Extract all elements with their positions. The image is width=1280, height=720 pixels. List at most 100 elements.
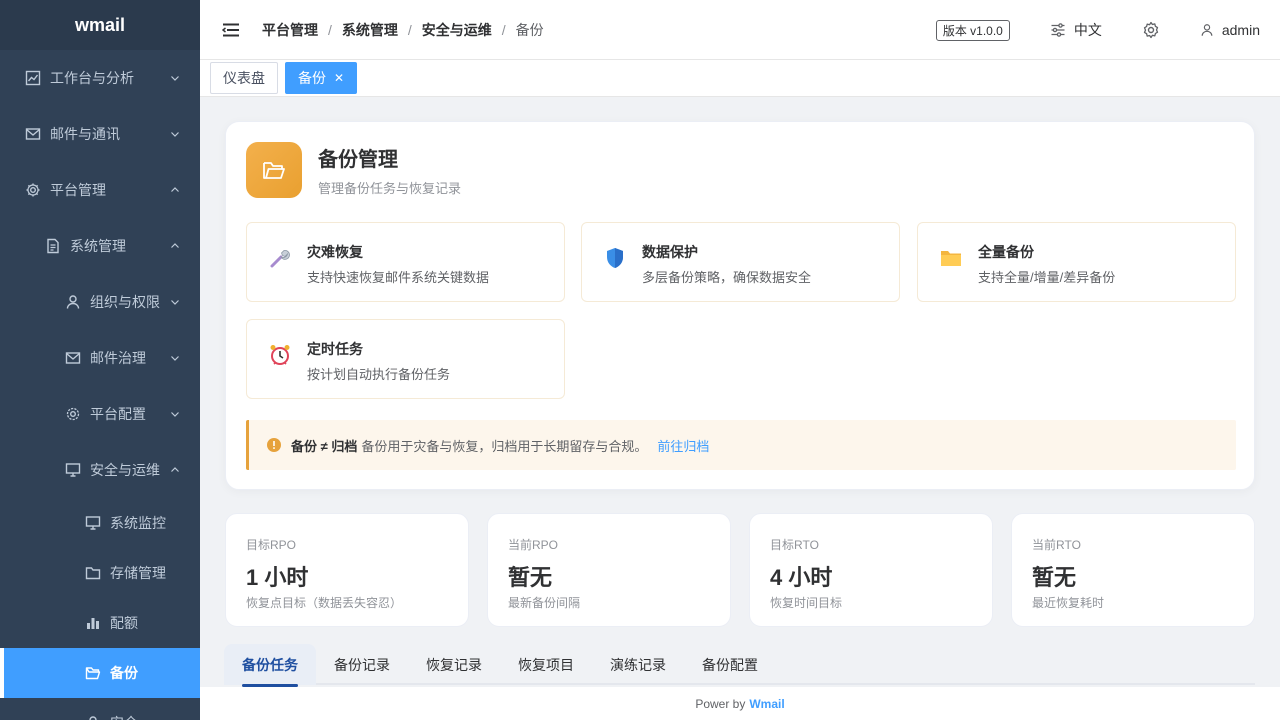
sidebar-item-platform-config[interactable]: 平台配置 xyxy=(0,386,200,442)
stat-label: 目标RPO xyxy=(246,538,297,552)
sidebar-item-dashboard-analytics[interactable]: 工作台与分析 xyxy=(0,50,200,106)
sidebar-item-mail-communication[interactable]: 邮件与通讯 xyxy=(0,106,200,162)
tab-drill-records[interactable]: 演练记录 xyxy=(592,644,684,685)
folder-icon xyxy=(84,564,102,582)
footer-prefix: Power by xyxy=(695,696,746,711)
chevron-up-icon xyxy=(170,185,180,195)
breadcrumb-current: 备份 xyxy=(515,21,544,38)
sidebar-item-org-permissions[interactable]: 组织与权限 xyxy=(0,274,200,330)
monitor-icon xyxy=(64,461,82,479)
breadcrumb-separator: / xyxy=(407,21,412,38)
tag-label: 仪表盘 xyxy=(223,70,265,86)
stat-desc: 最新备份间隔 xyxy=(508,596,581,610)
sidebar-item-label: 平台管理 xyxy=(50,182,106,198)
footer-brand[interactable]: Wmail xyxy=(749,697,784,711)
feature-desc: 按计划自动执行备份任务 xyxy=(307,367,451,382)
sidebar-item-label: 系统监控 xyxy=(110,515,166,531)
shield-icon xyxy=(602,245,628,271)
page-subtitle: 管理备份任务与恢复记录 xyxy=(318,181,462,196)
stat-desc: 最近恢复耗时 xyxy=(1032,596,1105,610)
tag-label: 备份 xyxy=(298,70,326,86)
backup-tabs: 备份任务 备份记录 恢复记录 恢复项目 演练记录 备份配置 xyxy=(224,644,1255,687)
tab-backup-records[interactable]: 备份记录 xyxy=(316,644,408,685)
sidebar-item-storage[interactable]: 存储管理 xyxy=(0,548,200,598)
chevron-down-icon xyxy=(170,353,180,363)
tab-backup-tasks[interactable]: 备份任务 xyxy=(224,644,316,687)
mail-icon xyxy=(24,125,42,143)
folder-open-icon xyxy=(246,142,302,198)
stat-card: 目标RPO 1 小时 恢复点目标（数据丢失容忍） xyxy=(225,513,469,627)
page-title: 备份管理 xyxy=(318,149,398,171)
document-icon xyxy=(44,237,62,255)
breadcrumb-item[interactable]: 安全与运维 xyxy=(422,20,492,40)
backup-overview-card: 备份管理 管理备份任务与恢复记录 灾难恢复 支持快速恢复邮件系统关键数据 数据保… xyxy=(225,121,1255,490)
feature-desc: 多层备份策略，确保数据安全 xyxy=(642,270,812,285)
footer: Power by Wmail xyxy=(200,687,1280,720)
stat-label: 目标RTO xyxy=(770,538,819,552)
close-icon[interactable]: ✕ xyxy=(334,71,344,85)
settings-button[interactable] xyxy=(1142,21,1160,39)
goto-archive-link[interactable]: 前往归档 xyxy=(657,436,709,455)
stat-card: 目标RTO 4 小时 恢复时间目标 xyxy=(749,513,993,627)
sidebar-item-security[interactable]: 安全 xyxy=(0,698,200,720)
breadcrumb-item[interactable]: 平台管理 xyxy=(262,20,318,40)
sidebar-item-mail-governance[interactable]: 邮件治理 xyxy=(0,330,200,386)
feature-desc: 支持快速恢复邮件系统关键数据 xyxy=(307,270,490,285)
chevron-up-icon xyxy=(170,241,180,251)
chevron-down-icon xyxy=(170,297,180,307)
feature-card: 定时任务 按计划自动执行备份任务 xyxy=(246,319,565,399)
sidebar-item-system-management[interactable]: 系统管理 xyxy=(0,218,200,274)
sliders-icon xyxy=(1051,23,1065,37)
tag-backup[interactable]: 备份 ✕ xyxy=(285,62,358,94)
sidebar-item-label: 安全 xyxy=(110,713,138,720)
app-logo: wmail xyxy=(0,0,200,50)
stat-value: 1 小时 xyxy=(246,565,309,590)
tags-view: 仪表盘 备份 ✕ xyxy=(200,60,1280,97)
sidebar-item-security-ops[interactable]: 安全与运维 xyxy=(0,442,200,498)
username: admin xyxy=(1221,22,1260,38)
chevron-down-icon xyxy=(170,409,180,419)
folder-icon xyxy=(938,245,964,271)
sidebar-item-system-monitor[interactable]: 系统监控 xyxy=(0,498,200,548)
monitor-icon xyxy=(84,514,102,532)
breadcrumb-item[interactable]: 系统管理 xyxy=(342,20,398,40)
stat-value: 4 小时 xyxy=(770,565,833,590)
feature-desc: 支持全量/增量/差异备份 xyxy=(978,270,1116,285)
sidebar-item-label: 工作台与分析 xyxy=(50,70,134,86)
feature-title: 数据保护 xyxy=(642,244,698,260)
tab-restore-items[interactable]: 恢复项目 xyxy=(500,644,592,685)
header-actions: 版本 v1.0.0 中文 admin xyxy=(935,0,1280,60)
user-menu[interactable]: admin xyxy=(1200,22,1260,38)
sidebar-item-label: 存储管理 xyxy=(110,565,166,581)
chevron-down-icon xyxy=(170,129,180,139)
feature-card: 灾难恢复 支持快速恢复邮件系统关键数据 xyxy=(246,222,565,302)
stat-card: 当前RPO 暂无 最新备份间隔 xyxy=(487,513,731,627)
alert-title: 备份 ≠ 归档 xyxy=(291,438,358,454)
feature-card: 数据保护 多层备份策略，确保数据安全 xyxy=(581,222,900,302)
sidebar-item-label: 安全与运维 xyxy=(90,462,160,478)
feature-title: 全量备份 xyxy=(978,244,1034,260)
sidebar-item-label: 系统管理 xyxy=(70,238,126,254)
sidebar-item-label: 配额 xyxy=(110,615,138,631)
sidebar-item-label: 组织与权限 xyxy=(90,294,160,310)
stat-desc: 恢复时间目标 xyxy=(770,596,843,610)
sidebar-item-platform-management[interactable]: 平台管理 xyxy=(0,162,200,218)
bar-chart-icon xyxy=(84,614,102,632)
sidebar-item-backup[interactable]: 备份 xyxy=(0,648,200,698)
language-switch[interactable]: 中文 xyxy=(1050,20,1102,40)
language-label: 中文 xyxy=(1073,22,1102,38)
tab-restore-records[interactable]: 恢复记录 xyxy=(408,644,500,685)
hamburger-menu-icon[interactable] xyxy=(222,23,240,37)
stat-value: 暂无 xyxy=(508,565,553,590)
tag-dashboard[interactable]: 仪表盘 xyxy=(210,62,278,94)
breadcrumb: 平台管理 / 系统管理 / 安全与运维 / 备份 xyxy=(262,20,544,40)
backup-vs-archive-alert: 备份 ≠ 归档 备份用于灾备与恢复，归档用于长期留存与合规。 前往归档 xyxy=(246,420,1236,470)
tab-backup-config[interactable]: 备份配置 xyxy=(684,644,776,685)
chart-icon xyxy=(24,69,42,87)
gear-icon xyxy=(1143,21,1159,39)
gear-icon xyxy=(24,181,42,199)
stat-label: 当前RPO xyxy=(508,538,559,552)
stat-card: 当前RTO 暂无 最近恢复耗时 xyxy=(1011,513,1255,627)
stat-desc: 恢复点目标（数据丢失容忍） xyxy=(246,596,403,610)
sidebar-item-quota[interactable]: 配额 xyxy=(0,598,200,648)
